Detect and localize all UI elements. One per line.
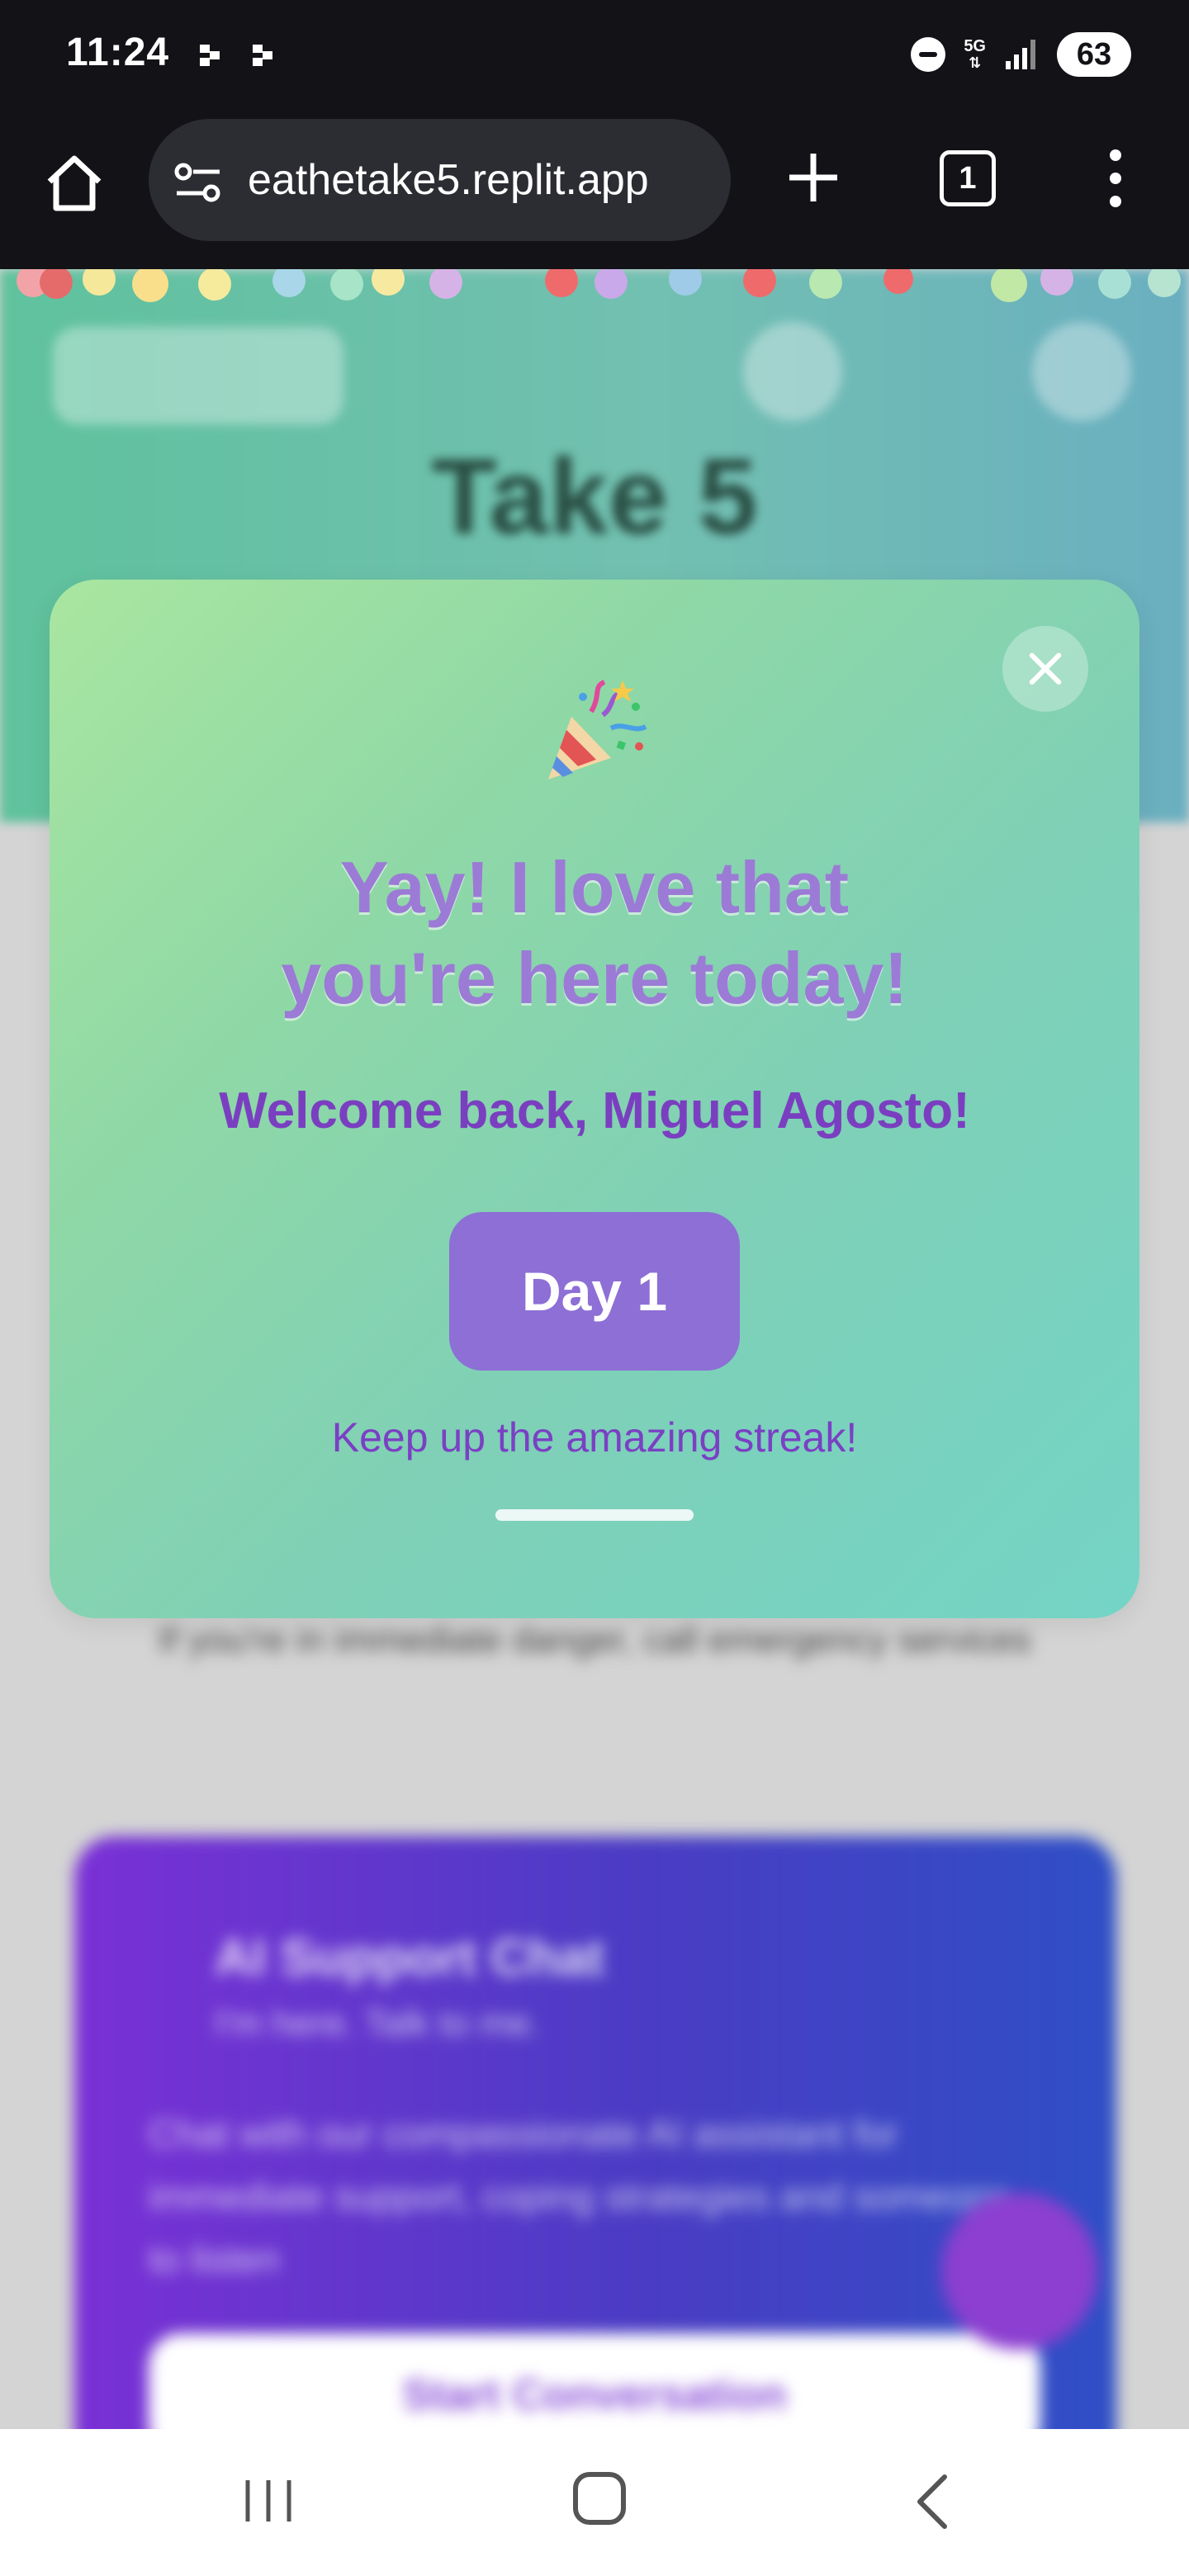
app-title: Take 5 xyxy=(431,436,758,556)
streak-message: Keep up the amazing streak! xyxy=(331,1414,858,1461)
system-nav-bar xyxy=(0,2429,1189,2576)
streak-modal: Yay! I love that you're here today! Welc… xyxy=(50,580,1139,1618)
welcome-message: Welcome back, Miguel Agosto! xyxy=(219,1082,970,1139)
chat-fab xyxy=(941,2193,1098,2350)
profile-icon xyxy=(1032,322,1131,421)
battery-indicator: 63 xyxy=(1057,32,1131,77)
url-text[interactable]: eathetake5.replit.app xyxy=(248,119,731,241)
back-icon[interactable] xyxy=(913,2472,950,2531)
home-icon[interactable] xyxy=(41,150,107,216)
address-bar[interactable]: eathetake5.replit.app xyxy=(149,119,731,241)
modal-progress-bar xyxy=(495,1509,694,1521)
close-icon[interactable] xyxy=(1002,626,1088,712)
start-conversation-button: Start Conversation xyxy=(149,2333,1040,2429)
home-icon[interactable] xyxy=(573,2472,626,2525)
signal-icon xyxy=(1006,40,1035,69)
emergency-note: If you're in immediate danger, call emer… xyxy=(158,1620,1031,1660)
do-not-disturb-icon xyxy=(911,37,946,72)
data-arrows-icon: 5G ⇅ xyxy=(964,37,986,71)
network-type: 5G xyxy=(964,37,986,55)
more-vert-icon[interactable] xyxy=(1103,149,1128,208)
recents-icon[interactable] xyxy=(241,2475,296,2526)
site-settings-icon[interactable] xyxy=(173,162,223,203)
confetti xyxy=(0,269,1189,302)
chat-card-subtitle: I'm here. Talk to me. xyxy=(215,2003,540,2043)
chat-card-title: AI Support Chat xyxy=(215,1930,604,1986)
status-indicators: 5G ⇅ 63 xyxy=(911,30,1131,79)
header-controls xyxy=(53,327,343,424)
modal-title-line-1: Yay! I love that xyxy=(339,846,850,928)
theme-icon xyxy=(892,322,991,421)
settings-icon xyxy=(743,322,842,421)
notification-icon xyxy=(253,45,272,66)
browser-toolbar: eathetake5.replit.app 1 xyxy=(0,112,1189,269)
modal-title-line-2: you're here today! xyxy=(281,937,908,1019)
status-time: 11:24 xyxy=(66,31,170,74)
modal-title: Yay! I love that you're here today! xyxy=(50,842,1139,1024)
notification-icon xyxy=(200,45,220,66)
plus-icon[interactable] xyxy=(784,149,842,206)
status-bar: 11:24 5G ⇅ 63 xyxy=(0,0,1189,112)
day-streak-badge: Day 1 xyxy=(449,1212,740,1371)
chat-card-description: Chat with our compassionate AI assistant… xyxy=(149,2112,1011,2280)
party-popper-icon xyxy=(548,680,647,779)
tabs-icon[interactable]: 1 xyxy=(940,150,996,206)
